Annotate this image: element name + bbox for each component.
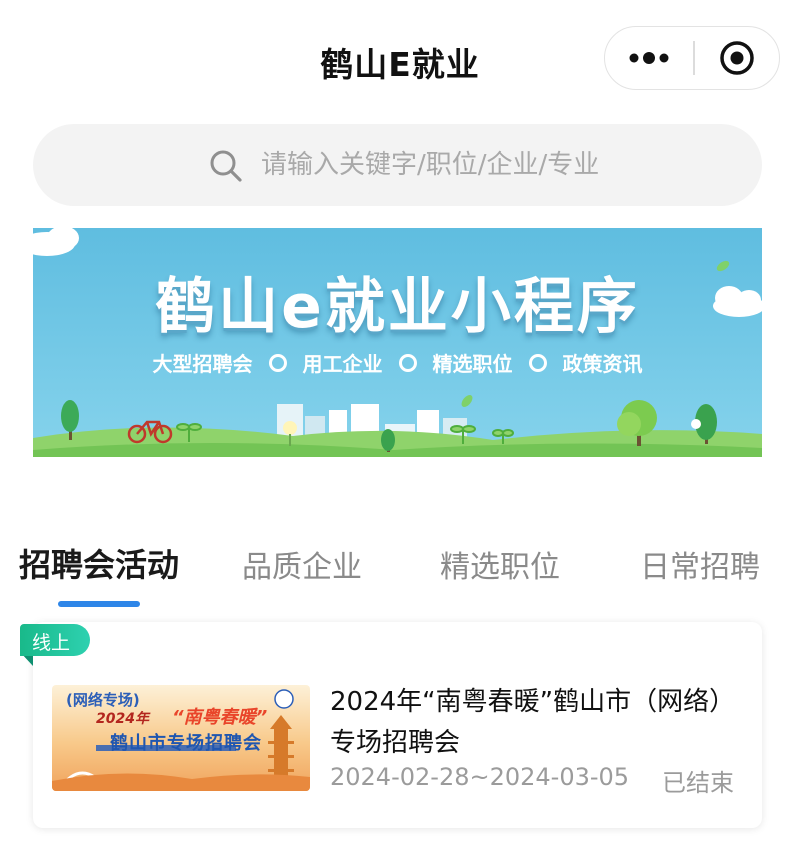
- banner-tag: 用工企业: [302, 352, 383, 376]
- mini-program-capsule: [604, 26, 780, 90]
- event-poster[interactable]: (网络专场) 2024年 “南粤春暖” 鹤山市专场招聘会: [52, 685, 310, 791]
- banner-tag: 大型招聘会: [152, 352, 253, 376]
- banner-tag: 精选职位: [432, 352, 513, 376]
- ring-icon: [268, 353, 287, 372]
- poster-line-2: 2024年: [96, 711, 149, 727]
- online-badge: 线上: [20, 624, 90, 656]
- ring-icon: [398, 353, 417, 372]
- banner-title: 鹤山e就业小程序: [155, 272, 640, 342]
- more-dots-icon: [629, 52, 669, 64]
- ring-icon: [528, 353, 547, 372]
- poster-line-3: “南粤春暖”: [172, 707, 268, 728]
- target-close-icon: [720, 41, 754, 75]
- poster-line-1: (网络专场): [66, 691, 140, 709]
- poster-line-4: 鹤山市专场招聘会: [110, 733, 262, 754]
- tab-selected-positions[interactable]: 精选职位: [440, 542, 560, 586]
- more-button[interactable]: [605, 27, 693, 88]
- tab-quality-companies[interactable]: 品质企业: [242, 542, 362, 586]
- banner-tags: 大型招聘会 用工企业 精选职位 政策资讯: [33, 348, 762, 377]
- search-input[interactable]: [261, 142, 721, 188]
- banner-tag: 政策资讯: [562, 352, 643, 376]
- event-status: 已结束: [662, 769, 734, 797]
- close-button[interactable]: [695, 27, 779, 88]
- event-title[interactable]: 2024年“南粤春暖”鹤山市（网络）专场招聘会: [330, 682, 740, 764]
- promo-banner[interactable]: 鹤山e就业小程序 大型招聘会 用工企业 精选职位 政策资讯: [33, 228, 762, 457]
- search-bar[interactable]: [33, 124, 762, 206]
- category-tabs: 招聘会活动 品质企业 精选职位 日常招聘: [0, 530, 800, 610]
- tab-job-fairs[interactable]: 招聘会活动: [19, 540, 179, 586]
- event-date-range: 2024-02-28~2024-03-05: [330, 763, 630, 791]
- active-tab-indicator: [58, 601, 140, 607]
- nav-bar: 鹤山E就业: [0, 0, 800, 118]
- tab-daily-recruitment[interactable]: 日常招聘: [640, 542, 760, 586]
- search-icon: [210, 150, 242, 182]
